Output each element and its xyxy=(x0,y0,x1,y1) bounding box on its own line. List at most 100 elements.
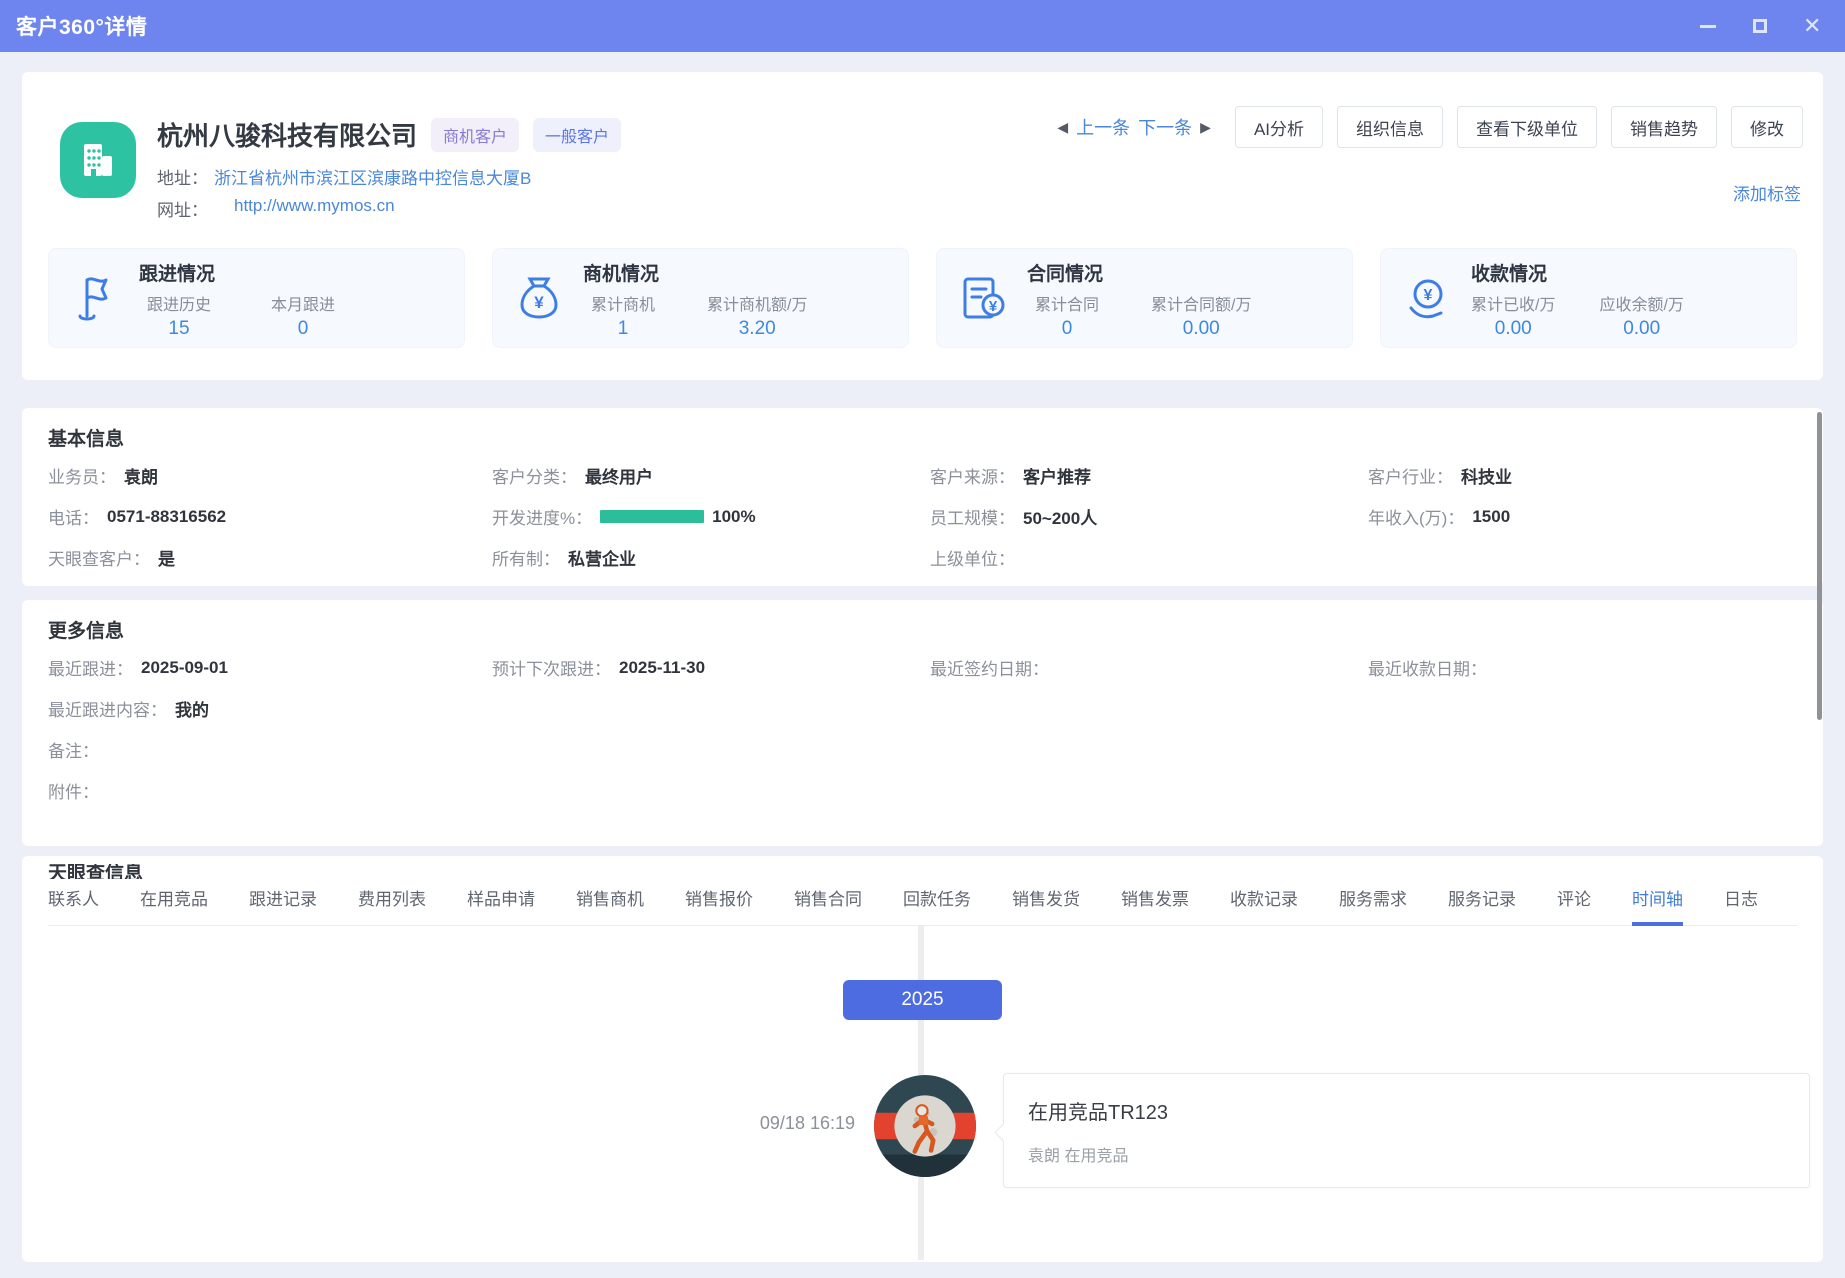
tab-15[interactable]: 时间轴 xyxy=(1632,885,1683,926)
info-field: 所有制： 私营企业 xyxy=(492,537,930,578)
next-arrow-icon[interactable]: ▶ xyxy=(1200,119,1211,136)
tag-general-customer[interactable]: 一般客户 xyxy=(533,118,621,152)
info-field: 业务员： 袁朗 xyxy=(48,455,492,496)
tab-1[interactable]: 在用竞品 xyxy=(140,885,208,926)
window-title: 客户360°详情 xyxy=(16,11,147,41)
add-tag-link[interactable]: 添加标签 xyxy=(1733,180,1801,205)
address-link[interactable]: 浙江省杭州市滨江区滨康路中控信息大厦B xyxy=(214,164,531,189)
stat-label: 应收余额/万 xyxy=(1599,291,1683,315)
svg-text:¥: ¥ xyxy=(1424,287,1433,304)
stat-value: 15 xyxy=(139,318,219,340)
stat-title: 合同情况 xyxy=(1027,259,1251,286)
stat-item: 累计商机 1 xyxy=(583,291,663,340)
tab-5[interactable]: 销售商机 xyxy=(576,885,644,926)
info-field: 预计下次跟进： 2025-11-30 xyxy=(492,647,930,688)
timeline-entry-time: 09/18 16:19 xyxy=(662,1113,855,1134)
stat-value: 3.20 xyxy=(707,318,807,340)
stat-label: 累计商机 xyxy=(583,291,663,315)
flag-icon xyxy=(69,272,121,324)
action-button-2[interactable]: 查看下级单位 xyxy=(1457,106,1597,148)
stat-card-0: 跟进情况 跟进历史 15 本月跟进 0 xyxy=(48,248,465,348)
svg-text:¥: ¥ xyxy=(534,293,544,312)
stat-title: 收款情况 xyxy=(1471,259,1684,286)
stat-title: 商机情况 xyxy=(583,259,807,286)
timeline-panel: 2025 09/18 16:19 xyxy=(22,926,1823,1260)
detail-tabs: 联系人在用竞品跟进记录费用列表样品申请销售商机销售报价销售合同回款任务销售发货销… xyxy=(48,885,1797,926)
info-field: 最近收款日期： xyxy=(1368,647,1797,688)
timeline-year-badge: 2025 xyxy=(843,980,1002,1020)
info-field: 年收入(万)： 1500 xyxy=(1368,496,1797,537)
stat-value: 0 xyxy=(263,318,343,340)
tab-6[interactable]: 销售报价 xyxy=(685,885,753,926)
basic-info-card: 基本信息 业务员： 袁朗客户分类： 最终用户客户来源： 客户推荐客户行业： 科技… xyxy=(22,408,1823,586)
stat-label: 本月跟进 xyxy=(263,291,343,315)
info-field: 最近签约日期： xyxy=(930,647,1368,688)
timeline-entry-title: 在用竞品TR123 xyxy=(1028,1096,1168,1125)
tag-opportunity-customer[interactable]: 商机客户 xyxy=(431,118,519,152)
prev-arrow-icon[interactable]: ◀ xyxy=(1057,119,1068,136)
stat-title: 跟进情况 xyxy=(139,259,343,286)
more-info-card: 更多信息 最近跟进： 2025-09-01预计下次跟进： 2025-11-30最… xyxy=(22,600,1823,846)
stat-item: 累计合同额/万 0.00 xyxy=(1151,291,1251,340)
stat-label: 累计合同 xyxy=(1027,291,1107,315)
prev-record-link[interactable]: 上一条 xyxy=(1076,114,1130,140)
tab-2[interactable]: 跟进记录 xyxy=(249,885,317,926)
money-bag-icon: ¥ xyxy=(513,272,565,324)
stat-value: 0.00 xyxy=(1151,318,1251,340)
stat-item: 应收余额/万 0.00 xyxy=(1599,291,1683,340)
titlebar: 客户360°详情 ✕ xyxy=(0,0,1845,52)
info-field: 员工规模： 50~200人 xyxy=(930,496,1368,537)
tab-9[interactable]: 销售发货 xyxy=(1012,885,1080,926)
info-field: 客户分类： 最终用户 xyxy=(492,455,930,496)
info-field: 电话： 0571-88316562 xyxy=(48,496,492,537)
action-button-0[interactable]: AI分析 xyxy=(1235,106,1323,148)
detail-tabs-card: 天眼查信息 联系人在用竞品跟进记录费用列表样品申请销售商机销售报价销售合同回款任… xyxy=(22,856,1823,1262)
stat-item: 累计已收/万 0.00 xyxy=(1471,291,1555,340)
tab-12[interactable]: 服务需求 xyxy=(1339,885,1407,926)
stat-item: 跟进历史 15 xyxy=(139,291,219,340)
stat-item: 本月跟进 0 xyxy=(263,291,343,340)
stat-item: 累计合同 0 xyxy=(1027,291,1107,340)
action-button-3[interactable]: 销售趋势 xyxy=(1611,106,1717,148)
progress-bar xyxy=(600,510,704,523)
contract-icon: ¥ xyxy=(957,272,1009,324)
tab-7[interactable]: 销售合同 xyxy=(794,885,862,926)
vertical-scrollbar[interactable] xyxy=(1817,412,1822,720)
tab-0[interactable]: 联系人 xyxy=(48,885,99,926)
info-field: 备注： xyxy=(48,729,1797,770)
company-building-icon xyxy=(60,122,136,198)
tab-13[interactable]: 服务记录 xyxy=(1448,885,1516,926)
stat-label: 累计商机额/万 xyxy=(707,291,807,315)
info-field: 附件： xyxy=(48,770,1797,811)
next-record-link[interactable]: 下一条 xyxy=(1138,114,1192,140)
tab-3[interactable]: 费用列表 xyxy=(358,885,426,926)
info-field: 最近跟进内容： 我的 xyxy=(48,688,1797,729)
payment-icon: ¥ xyxy=(1401,272,1453,324)
basic-info-title: 基本信息 xyxy=(22,408,1823,455)
tab-11[interactable]: 收款记录 xyxy=(1230,885,1298,926)
company-header-card: 杭州八骏科技有限公司 商机客户 一般客户 地址： 浙江省杭州市滨江区滨康路中控信… xyxy=(22,72,1823,380)
action-button-1[interactable]: 组织信息 xyxy=(1337,106,1443,148)
stat-label: 累计合同额/万 xyxy=(1151,291,1251,315)
timeline-entry-card[interactable]: 在用竞品TR123 袁朗 在用竞品 xyxy=(1003,1073,1810,1188)
stat-value: 0 xyxy=(1027,318,1107,340)
address-label: 地址： xyxy=(157,164,208,189)
stat-label: 跟进历史 xyxy=(139,291,219,315)
tab-14[interactable]: 评论 xyxy=(1557,885,1591,926)
website-link[interactable]: http://www.mymos.cn xyxy=(234,196,395,221)
maximize-icon[interactable] xyxy=(1751,17,1769,35)
company-name: 杭州八骏科技有限公司 xyxy=(157,116,417,153)
stat-card-3: ¥ 收款情况 累计已收/万 0.00 应收余额/万 0.00 xyxy=(1380,248,1797,348)
tab-16[interactable]: 日志 xyxy=(1724,885,1758,926)
tab-4[interactable]: 样品申请 xyxy=(467,885,535,926)
tab-8[interactable]: 回款任务 xyxy=(903,885,971,926)
close-icon[interactable]: ✕ xyxy=(1803,17,1821,35)
info-field: 客户行业： 科技业 xyxy=(1368,455,1797,496)
more-info-title: 更多信息 xyxy=(22,600,1823,647)
website-label: 网址： xyxy=(157,196,208,221)
minimize-icon[interactable] xyxy=(1699,17,1717,35)
stats-row: 跟进情况 跟进历史 15 本月跟进 0 ¥ 商机情况 累计商机 1 累计商机额/… xyxy=(48,248,1797,348)
stat-card-1: ¥ 商机情况 累计商机 1 累计商机额/万 3.20 xyxy=(492,248,909,348)
action-button-4[interactable]: 修改 xyxy=(1731,106,1803,148)
tab-10[interactable]: 销售发票 xyxy=(1121,885,1189,926)
